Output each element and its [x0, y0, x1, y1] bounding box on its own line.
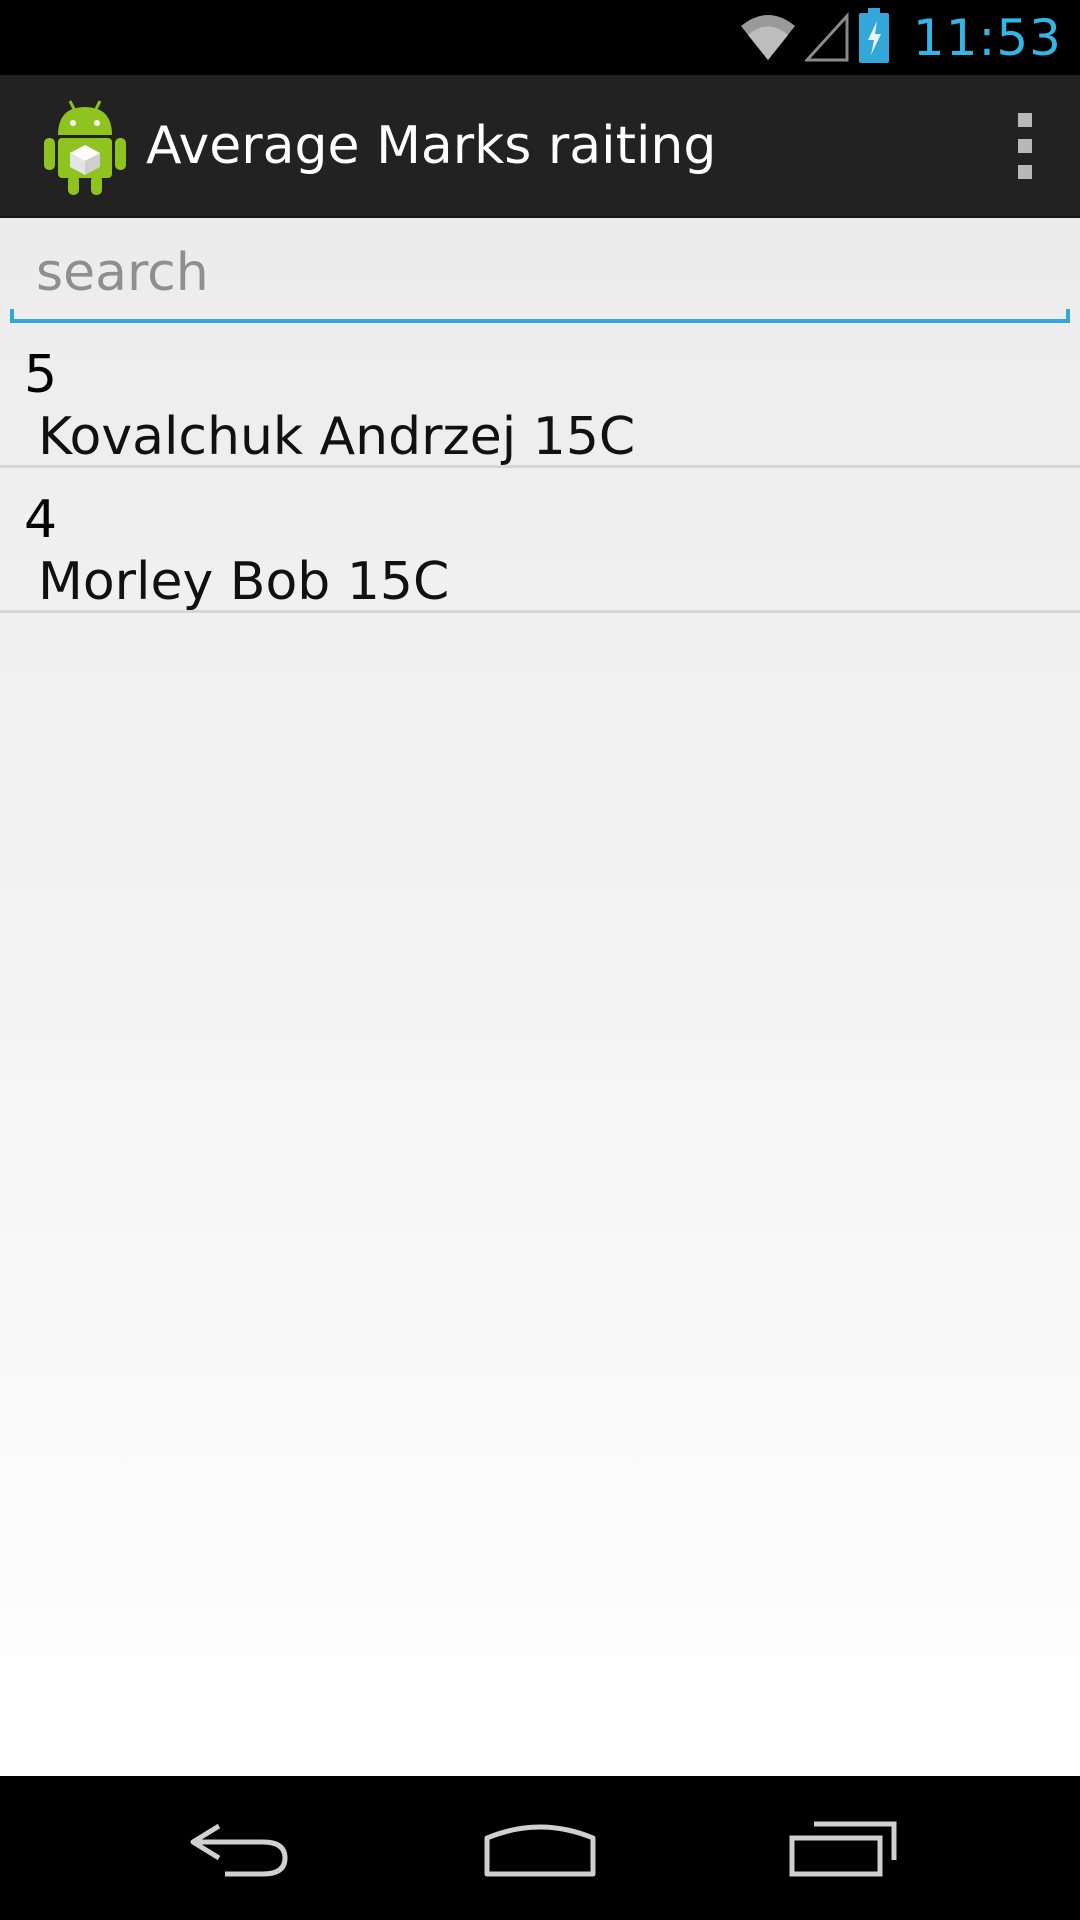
ratings-list: 5 Kovalchuk Andrzej 15C 4 Morley Bob 15C	[0, 323, 1080, 613]
back-icon[interactable]	[150, 1798, 330, 1898]
overflow-dot	[1018, 165, 1032, 179]
android-robot-icon[interactable]	[40, 97, 130, 197]
recent-apps-icon[interactable]	[754, 1798, 934, 1898]
item-name: Kovalchuk Andrzej 15C	[38, 407, 636, 467]
search-input[interactable]	[36, 238, 1046, 308]
home-icon[interactable]	[450, 1798, 630, 1898]
list-item[interactable]: 4 Morley Bob 15C	[0, 468, 1080, 613]
overflow-dot	[1018, 113, 1032, 127]
app-title: Average Marks raiting	[146, 116, 717, 176]
list-item[interactable]: 5 Kovalchuk Andrzej 15C	[0, 323, 1080, 468]
status-icons: 11:53	[739, 8, 1062, 68]
item-name: Morley Bob 15C	[38, 552, 450, 612]
action-bar: Average Marks raiting	[0, 75, 1080, 218]
status-bar: 11:53	[0, 0, 1080, 75]
overflow-menu-icon[interactable]	[1000, 113, 1050, 179]
overflow-dot	[1018, 139, 1032, 153]
navigation-bar	[0, 1776, 1080, 1920]
wifi-icon	[739, 10, 797, 66]
item-mark: 4	[24, 490, 58, 550]
battery-charging-icon	[857, 7, 891, 69]
search-field	[10, 218, 1070, 323]
item-mark: 5	[24, 345, 58, 405]
signal-icon	[803, 10, 849, 66]
main-content: 5 Kovalchuk Andrzej 15C 4 Morley Bob 15C	[0, 218, 1080, 1776]
status-time: 11:53	[912, 9, 1062, 67]
